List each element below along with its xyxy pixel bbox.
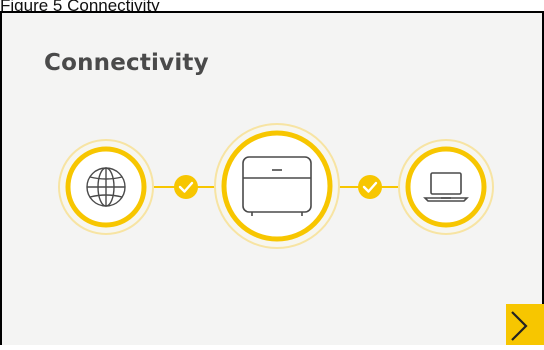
internet-node — [58, 139, 154, 235]
next-button[interactable] — [506, 304, 544, 345]
check-icon — [358, 175, 382, 199]
chevron-right-icon — [511, 311, 528, 341]
check-icon — [174, 175, 198, 199]
globe-icon — [86, 167, 126, 207]
connectivity-diagram — [58, 123, 494, 249]
device-node — [214, 123, 340, 249]
computer-node — [398, 139, 494, 235]
